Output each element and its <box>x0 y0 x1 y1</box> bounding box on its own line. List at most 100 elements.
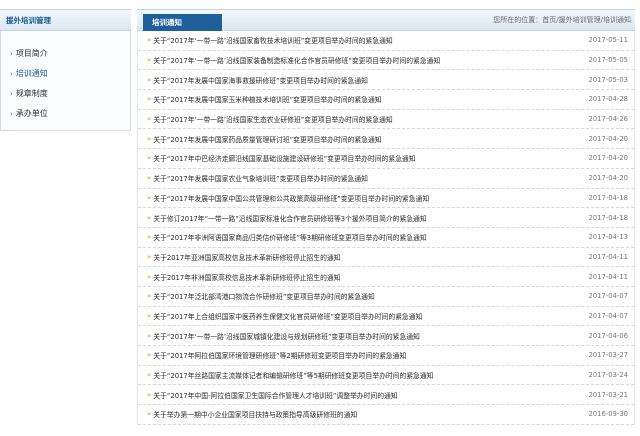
double-chevron-right-icon: » <box>147 371 152 380</box>
double-chevron-right-icon: » <box>147 311 152 320</box>
sidebar: 援外培训管理 › 项目简介 › 培训通知 › 规章制度 › 承办单位 <box>0 9 131 436</box>
notice-title-link[interactable]: 关于“2017年‘一带一路’沿线国家城镇化建设与规划研修班”变更项目举办时间的紧… <box>153 331 582 341</box>
list-item[interactable]: » 关于2017年非洲国家高校信息技术革新研修班停止招生的通知 2017-04-11 <box>138 267 634 287</box>
notice-date: 2017-03-24 <box>588 371 628 380</box>
list-item[interactable]: » 关于“2017年发展中国家药品质量管理研讨班”变更项目举办时间的紧急通知 201… <box>138 129 634 150</box>
notice-title-link[interactable]: 关于“2017年发展中国家药品质量管理研讨班”变更项目举办时间的紧急通知 <box>153 134 582 144</box>
double-chevron-right-icon: » <box>147 252 152 261</box>
notice-date: 2017-04-13 <box>588 233 628 242</box>
breadcrumb: 您所在的位置：首页/援外培训管理/培训通知 <box>493 10 631 31</box>
notice-title-link[interactable]: 关于举办第一期中小企业国家项目扶持与政策指导高级研修班的通知 <box>153 409 582 419</box>
notice-title-link[interactable]: 关于“2017年‘一带一路’沿线国家装备制造标准化合作官员研修班”变更项目举办时… <box>153 55 582 65</box>
sidebar-item-label: 承办单位 <box>15 109 48 118</box>
notice-list: » 关于“2017年‘一带一路’沿线国家畜牧技术培训班”变更项目举办时间的紧急通知… <box>137 31 635 425</box>
breadcrumb-home-link[interactable]: 首页 <box>542 16 556 24</box>
notice-title-link[interactable]: 关于“2017年上合组织国家中医药养生保健文化官员研修班”变更项目举办时间的紧急… <box>153 311 582 321</box>
double-chevron-right-icon: » <box>147 390 152 399</box>
double-chevron-right-icon: » <box>147 351 152 360</box>
double-chevron-right-icon: » <box>147 154 152 163</box>
double-chevron-right-icon: » <box>147 331 152 340</box>
main-content: 培训通知 您所在的位置：首页/援外培训管理/培训通知 » 关于“2017年‘一带一… <box>137 9 635 436</box>
chevron-right-icon: › <box>10 110 13 118</box>
list-item[interactable]: » 关于“2017年中巴经济走廊沿线国家基础设施建设研修班”变更项目举办时间的紧急… <box>138 149 634 169</box>
sidebar-item-label: 规章制度 <box>15 89 48 98</box>
sidebar-menu: › 项目简介 › 培训通知 › 规章制度 › 承办单位 <box>0 31 131 131</box>
double-chevron-right-icon: » <box>147 292 152 301</box>
tab-training-notice[interactable]: 培训通知 <box>143 14 222 31</box>
double-chevron-right-icon: » <box>147 134 152 143</box>
double-chevron-right-icon: » <box>147 95 152 104</box>
notice-title-link[interactable]: 关于“2017年中国-阿拉伯国家卫生国际合作管理人才培训班”调整举办时间的通知 <box>153 390 582 400</box>
notice-date: 2017-04-07 <box>588 311 628 320</box>
breadcrumb-current: 培训通知 <box>603 16 631 24</box>
list-item[interactable]: » 关于“2017年发展中国家农业气象培训班”变更项目举办时间的紧急通知 2017-… <box>138 169 634 189</box>
list-item[interactable]: » 关于“2017年中国-阿拉伯国家卫生国际合作管理人才培训班”调整举办时间的通知… <box>138 385 634 406</box>
double-chevron-right-icon: » <box>147 272 152 281</box>
double-chevron-right-icon: » <box>147 56 152 65</box>
list-item[interactable]: » 关于“2017年‘一带一路’沿线国家装备制造标准化合作官员研修班”变更项目举办… <box>138 51 634 71</box>
list-item[interactable]: » 关于修订2017年“一带一路”沿线国家标准化合作官员研修班等3个援外项目简介的… <box>138 208 634 228</box>
notice-date: 2017-04-11 <box>588 272 628 281</box>
notice-title-link[interactable]: 关于“2017年非洲阿语国家商品归类估价研修班”等3期研修班变更项目举办时间的紧… <box>153 232 582 242</box>
list-item[interactable]: » 关于“2017年泛北部湾港口物流合作研修班”变更项目举办时间的紧急通知 2017… <box>138 287 634 307</box>
notice-title-link[interactable]: 关于“2017年‘一带一路’沿线国家生态农业研修班”变更项目举办时间的紧急通知 <box>153 114 582 124</box>
notice-date: 2017-03-21 <box>588 390 628 399</box>
notice-title-link[interactable]: 关于“2017年‘一带一路’沿线国家畜牧技术培训班”变更项目举办时间的紧急通知 <box>153 35 582 45</box>
notice-title-link[interactable]: 关于“2017年阿拉伯国家环境管理研修班”等2期研修班变更项目举办时间的紧急通知 <box>153 350 582 360</box>
double-chevron-right-icon: » <box>147 36 152 45</box>
list-item[interactable]: » 关于“2017年发展中国家海事救援研修班”变更项目举办时间的紧急通知 2017-… <box>138 70 634 91</box>
chevron-right-icon: › <box>10 70 13 78</box>
notice-title-link[interactable]: 关于“2017年发展中国家玉米种植技术培训班”变更项目举办时间的紧急通知 <box>153 94 582 104</box>
notice-title-link[interactable]: 关于“2017年丝路国家主流媒体记者和编辑研修班”等5期研修班变更项目举办时间的… <box>153 370 582 380</box>
double-chevron-right-icon: » <box>147 410 152 419</box>
sidebar-title: 援外培训管理 <box>0 9 131 31</box>
notice-date: 2017-04-07 <box>588 292 628 301</box>
notice-date: 2017-04-20 <box>588 134 628 143</box>
notice-title-link[interactable]: 关于修订2017年“一带一路”沿线国家标准化合作官员研修班等3个援外项目简介的紧… <box>153 213 582 223</box>
notice-title-link[interactable]: 关于“2017年发展中国家海事救援研修班”变更项目举办时间的紧急通知 <box>153 75 582 85</box>
list-item[interactable]: » 关于“2017年‘一带一路’沿线国家生态农业研修班”变更项目举办时间的紧急通知… <box>138 110 634 130</box>
list-item[interactable]: » 关于“2017年发展中国家玉米种植技术培训班”变更项目举办时间的紧急通知 201… <box>138 90 634 110</box>
sidebar-item-training-notice[interactable]: › 培训通知 <box>1 64 130 84</box>
notice-title-link[interactable]: 关于2017年亚洲国家高校信息技术革新研修班停止招生的通知 <box>153 252 582 262</box>
double-chevron-right-icon: » <box>147 233 152 242</box>
list-item[interactable]: » 关于“2017年发展中国家中国公共管理和公共政策高级研修班”变更项目举办时间的… <box>138 189 634 209</box>
content-header: 培训通知 您所在的位置：首页/援外培训管理/培训通知 <box>137 9 635 31</box>
notice-date: 2017-04-06 <box>588 331 628 340</box>
notice-date: 2016-09-30 <box>588 410 628 419</box>
chevron-right-icon: › <box>10 50 13 58</box>
notice-date: 2017-04-18 <box>588 213 628 222</box>
list-item[interactable]: » 关于“2017年非洲阿语国家商品归类估价研修班”等3期研修班变更项目举办时间的… <box>138 228 634 248</box>
notice-title-link[interactable]: 关于“2017年中巴经济走廊沿线国家基础设施建设研修班”变更项目举办时间的紧急通… <box>153 153 582 163</box>
double-chevron-right-icon: » <box>147 174 152 183</box>
double-chevron-right-icon: » <box>147 193 152 202</box>
sidebar-item-regulations[interactable]: › 规章制度 <box>1 84 130 104</box>
list-item[interactable]: » 关于“2017年上合组织国家中医药养生保健文化官员研修班”变更项目举办时间的紧… <box>138 307 634 327</box>
breadcrumb-section-link[interactable]: 援外培训管理 <box>559 16 601 24</box>
sidebar-item-host-units[interactable]: › 承办单位 <box>1 104 130 124</box>
notice-title-link[interactable]: 关于“2017年泛北部湾港口物流合作研修班”变更项目举办时间的紧急通知 <box>153 291 582 301</box>
notice-title-link[interactable]: 关于2017年非洲国家高校信息技术革新研修班停止招生的通知 <box>153 272 582 282</box>
list-item[interactable]: » 关于举办第一期中小企业国家项目扶持与政策指导高级研修班的通知 2016-09-3… <box>138 405 634 425</box>
breadcrumb-prefix: 您所在的位置： <box>493 16 543 24</box>
list-item[interactable]: » 关于“2017年‘一带一路’沿线国家畜牧技术培训班”变更项目举办时间的紧急通知… <box>138 31 634 51</box>
notice-date: 2017-03-27 <box>588 351 628 360</box>
notice-date: 2017-05-03 <box>588 75 628 84</box>
notice-title-link[interactable]: 关于“2017年发展中国家中国公共管理和公共政策高级研修班”变更项目举办时间的紧… <box>153 193 582 203</box>
notice-date: 2017-05-11 <box>588 36 628 45</box>
sidebar-item-project-intro[interactable]: › 项目简介 <box>1 44 130 64</box>
notice-date: 2017-04-11 <box>588 252 628 261</box>
sidebar-item-label: 培训通知 <box>15 69 48 78</box>
notice-date: 2017-04-20 <box>588 174 628 183</box>
notice-date: 2017-04-20 <box>588 154 628 163</box>
list-item[interactable]: » 关于“2017年丝路国家主流媒体记者和编辑研修班”等5期研修班变更项目举办时间… <box>138 366 634 386</box>
double-chevron-right-icon: » <box>147 213 152 222</box>
list-item[interactable]: » 关于“2017年阿拉伯国家环境管理研修班”等2期研修班变更项目举办时间的紧急通… <box>138 346 634 366</box>
list-item[interactable]: » 关于2017年亚洲国家高校信息技术革新研修班停止招生的通知 2017-04-11 <box>138 248 634 268</box>
notice-title-link[interactable]: 关于“2017年发展中国家农业气象培训班”变更项目举办时间的紧急通知 <box>153 173 582 183</box>
double-chevron-right-icon: » <box>147 115 152 124</box>
notice-date: 2017-04-28 <box>588 95 628 104</box>
double-chevron-right-icon: » <box>147 75 152 84</box>
list-item[interactable]: » 关于“2017年‘一带一路’沿线国家城镇化建设与规划研修班”变更项目举办时间的… <box>138 326 634 346</box>
notice-date: 2017-05-05 <box>588 56 628 65</box>
